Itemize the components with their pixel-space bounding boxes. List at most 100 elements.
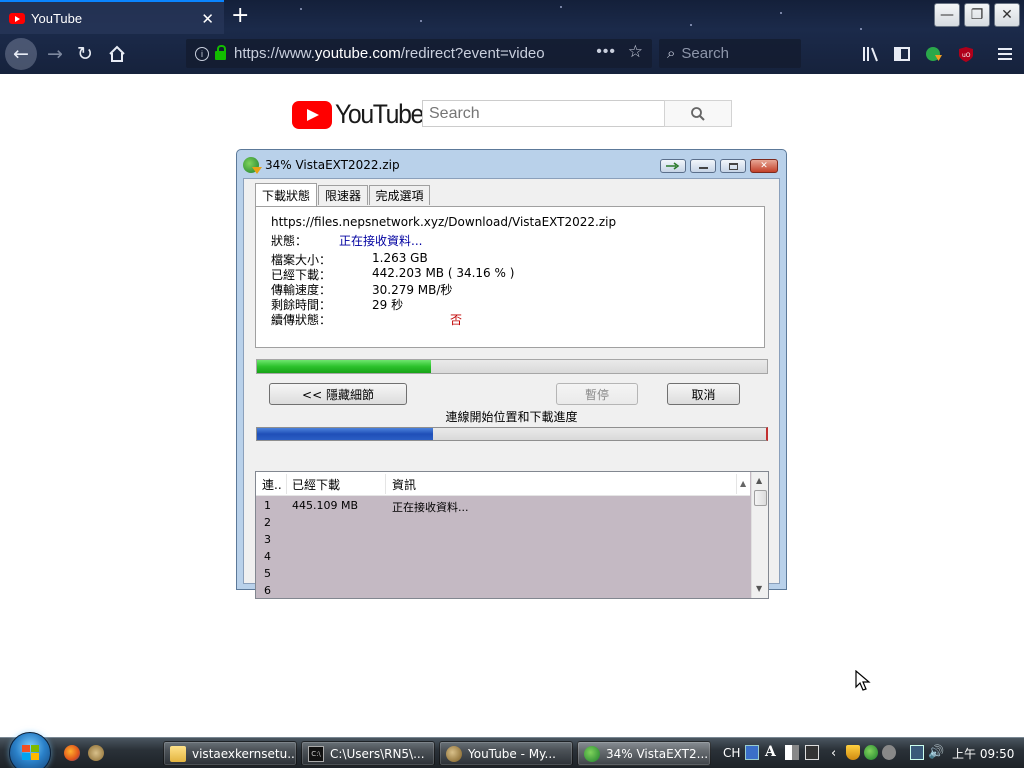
connection-row[interactable]: 4 (256, 548, 750, 565)
font-icon[interactable]: A (765, 745, 779, 760)
network-icon[interactable] (910, 745, 924, 760)
extension-idm-icon[interactable] (924, 44, 944, 64)
browser-toolbar: YouTube ✕ + — ❐ ✕ ← → ↻ i https://www.yo… (0, 0, 1024, 74)
idm-tray-icon[interactable] (864, 745, 878, 760)
browser-search-input[interactable]: ⌕ Search (659, 39, 801, 68)
contrast-icon[interactable] (785, 745, 799, 760)
sort-chevron-up-icon: ▲ (740, 479, 747, 488)
taskbar-item-folder[interactable]: vistaexkernsetu... (163, 741, 297, 766)
youtube-logo[interactable]: YouTube (292, 99, 431, 130)
dialog-close-button[interactable]: ✕ (750, 159, 778, 173)
connection-row[interactable]: 6 (256, 582, 750, 598)
taskbar-item-cmd[interactable]: C:\ C:\Users\RN5\... (301, 741, 435, 766)
connections-list[interactable]: 連.. 已經下載 資訊 ▲ 1 445.109 MB 正在接收資料... 2 3 4 5 6 … (255, 471, 769, 599)
connection-id: 4 (264, 550, 271, 563)
tray-app-icon[interactable] (882, 745, 896, 760)
connections-scrollbar[interactable]: ▲ ▼ (751, 472, 768, 598)
reload-button[interactable]: ↻ (70, 39, 100, 69)
windows-taskbar: vistaexkernsetu... C:\ C:\Users\RN5\... … (0, 732, 1024, 768)
downloaded-value: 442.203 MB ( 34.16 % ) (372, 266, 515, 280)
column-header-downloaded[interactable]: 已經下載 (292, 476, 340, 493)
svg-text:uO: uO (962, 52, 971, 59)
start-button[interactable] (9, 732, 51, 768)
pause-button[interactable]: 暫停 (556, 383, 638, 405)
tab-completion-options[interactable]: 完成選項 (369, 185, 430, 205)
youtube-favicon-icon (9, 12, 25, 24)
column-divider[interactable] (736, 474, 737, 494)
connection-id: 5 (264, 567, 271, 580)
taskbar-item-browser[interactable]: YouTube - My... (439, 741, 573, 766)
close-window-button[interactable]: ✕ (994, 3, 1020, 27)
tab-download-status[interactable]: 下載狀態 (255, 183, 317, 206)
column-header-info[interactable]: 資訊 (392, 476, 416, 493)
cmd-icon: C:\ (308, 745, 324, 762)
resume-status-label: 續傳狀態： (271, 313, 332, 327)
new-tab-button[interactable]: + (231, 3, 249, 28)
scroll-down-icon[interactable]: ▼ (756, 584, 762, 593)
connection-row[interactable]: 1 445.109 MB 正在接收資料... (256, 497, 750, 514)
segment-progress-bar (256, 427, 768, 441)
ime-icon[interactable] (745, 745, 759, 760)
taskbar-item-idm[interactable]: 34% VistaEXT2... (577, 741, 711, 766)
info-icon[interactable]: i (195, 46, 209, 61)
quicklaunch-app-icon[interactable] (88, 745, 104, 761)
navigation-bar: ← → ↻ i https://www.youtube.com/redirect… (0, 34, 1024, 74)
idm-icon (584, 745, 600, 762)
resume-status-value: 否 (450, 313, 463, 327)
dialog-maximize-button[interactable] (720, 159, 746, 173)
connection-row[interactable]: 3 (256, 531, 750, 548)
connection-info: 正在接收資料... (392, 501, 469, 514)
scroll-up-icon[interactable]: ▲ (756, 476, 762, 485)
security-shield-icon[interactable] (846, 745, 860, 760)
send-to-tray-button[interactable] (660, 159, 686, 173)
language-indicator[interactable]: CH (723, 745, 740, 761)
youtube-search-button[interactable] (664, 100, 732, 127)
clock[interactable]: 上午 09:50 (952, 745, 1014, 761)
close-tab-icon[interactable]: ✕ (201, 10, 214, 28)
browser-tab-youtube[interactable]: YouTube ✕ (0, 0, 224, 34)
download-status-panel: https://files.nepsnetwork.xyz/Download/V… (255, 206, 765, 348)
segments-caption: 連線開始位置和下載進度 (445, 410, 578, 424)
cancel-button[interactable]: 取消 (667, 383, 740, 405)
background-star (420, 20, 422, 22)
segment-progress-fill (257, 428, 433, 440)
volume-icon[interactable]: 🔊 (928, 745, 944, 760)
youtube-wordmark: YouTube (335, 99, 424, 129)
download-url: https://files.nepsnetwork.xyz/Download/V… (271, 215, 617, 229)
address-bar[interactable]: i https://www.youtube.com/redirect?event… (186, 39, 652, 68)
restore-window-button[interactable]: ❐ (964, 3, 990, 27)
ublock-origin-icon[interactable]: uO (956, 44, 976, 64)
show-hidden-icons-chevron-icon[interactable]: ‹ (831, 745, 836, 761)
connection-row[interactable]: 5 (256, 565, 750, 582)
browser-search-placeholder: Search (681, 45, 729, 62)
home-button[interactable] (102, 39, 132, 69)
hide-details-button[interactable]: << 隱藏細節 (269, 383, 407, 405)
connection-row[interactable]: 2 (256, 514, 750, 531)
remaining-time-value: 29 秒 (372, 298, 404, 312)
minimize-window-button[interactable]: — (934, 3, 960, 27)
url-text[interactable]: https://www.youtube.com/redirect?event=v… (234, 45, 554, 62)
lock-icon[interactable] (215, 45, 226, 60)
windows-logo-icon (22, 745, 40, 761)
back-button[interactable]: ← (5, 38, 37, 70)
page-actions-icon[interactable]: ••• (596, 43, 616, 61)
connection-id: 2 (264, 516, 271, 529)
firefox-quicklaunch-icon[interactable] (64, 745, 80, 761)
column-divider[interactable] (385, 474, 386, 494)
keyboard-icon[interactable] (805, 745, 819, 760)
menu-icon[interactable] (995, 44, 1015, 64)
column-divider[interactable] (286, 474, 287, 494)
dialog-minimize-button[interactable] (690, 159, 716, 173)
library-icon[interactable] (861, 44, 881, 64)
youtube-search-input[interactable] (422, 100, 665, 127)
dialog-titlebar: 34% VistaEXT2022.zip (243, 156, 543, 174)
connection-id: 1 (264, 499, 271, 512)
column-header-connection[interactable]: 連.. (262, 476, 282, 493)
forward-button[interactable]: → (40, 39, 70, 69)
sidebar-icon[interactable] (892, 44, 912, 64)
tab-speed-limiter[interactable]: 限速器 (318, 185, 368, 205)
maximize-icon (728, 162, 738, 170)
background-star (560, 6, 562, 8)
bookmark-star-icon[interactable]: ☆ (628, 42, 643, 62)
scrollbar-thumb[interactable] (754, 490, 767, 506)
